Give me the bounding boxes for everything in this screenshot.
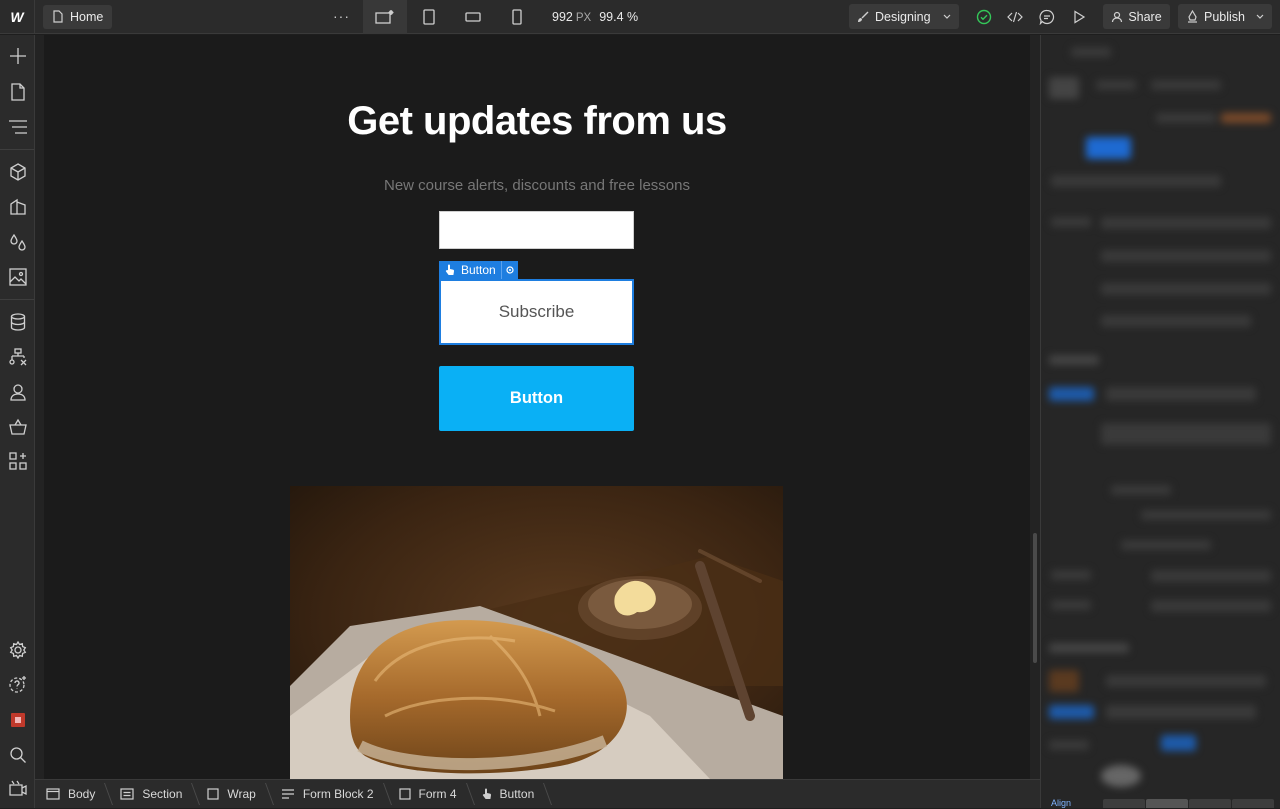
share-label: Share: [1128, 9, 1162, 24]
breadcrumb-item-section[interactable]: Section: [109, 780, 196, 809]
page-icon: [53, 10, 63, 23]
breadcrumb-label: Wrap: [227, 787, 256, 801]
pointer-hand-icon: [445, 264, 455, 275]
breadcrumb-item-button[interactable]: Button: [471, 780, 549, 809]
apps-icon[interactable]: [7, 450, 29, 472]
breadcrumb-item-wrap[interactable]: Wrap: [196, 780, 269, 809]
desktop-star-icon: [375, 10, 394, 24]
brush-icon: [858, 11, 869, 22]
breadcrumb-item-form[interactable]: Form 4: [388, 780, 471, 809]
rocket-icon: [1188, 10, 1197, 23]
breadcrumb-label: Form 4: [418, 787, 457, 801]
breadcrumb: Body Section Wrap Form Block 2 Form 4 Bu…: [35, 779, 1040, 808]
code-icon[interactable]: [1005, 7, 1025, 27]
page-selector-label: Home: [70, 9, 104, 24]
element-settings-gear-icon[interactable]: [500, 261, 518, 279]
toolbar-divider: [0, 299, 34, 300]
cms-database-icon[interactable]: [7, 311, 29, 333]
form-icon: [398, 788, 411, 800]
align-right-tab[interactable]: [1189, 799, 1231, 808]
canvas-right-margin: [1030, 35, 1040, 779]
breadcrumb-label: Body: [68, 787, 96, 801]
chevron-down-icon: [1256, 14, 1264, 19]
help-icon[interactable]: [7, 673, 29, 695]
align-left-tab[interactable]: [1103, 799, 1145, 808]
style-panel-blurred-content: [1041, 35, 1280, 808]
page-heading[interactable]: Get updates from us: [44, 99, 1030, 144]
assets-image-icon[interactable]: [7, 266, 29, 288]
left-toolbar: [0, 35, 35, 808]
desktop-breakpoint-button[interactable]: [363, 0, 407, 34]
selected-element-label: Button: [439, 263, 501, 277]
mobile-landscape-breakpoint-button[interactable]: [451, 0, 495, 34]
webflow-logo[interactable]: W: [0, 0, 35, 34]
variables-drops-icon[interactable]: [7, 231, 29, 253]
canvas-width-value: 992: [552, 10, 573, 24]
style-selectors-icon[interactable]: [7, 196, 29, 218]
pages-icon[interactable]: [7, 81, 29, 103]
navigator-icon[interactable]: [7, 116, 29, 138]
selected-element-name: Button: [461, 263, 496, 277]
user-icon: [1112, 11, 1123, 22]
breadcrumb-item-body[interactable]: Body: [35, 780, 109, 809]
breadcrumb-label: Button: [499, 787, 535, 801]
users-icon[interactable]: [7, 381, 29, 403]
canvas-width-unit: PX: [575, 12, 592, 24]
canvas-left-margin: [35, 35, 44, 779]
email-field[interactable]: [439, 211, 634, 249]
bread-photo-illustration: [290, 486, 783, 779]
design-canvas[interactable]: Get updates from us New course alerts, d…: [44, 35, 1030, 779]
preview-play-icon[interactable]: [1069, 7, 1089, 27]
cta-button[interactable]: Button: [439, 366, 634, 431]
section-icon: [120, 788, 134, 800]
tablet-icon: [423, 9, 435, 25]
canvas-scrollbar[interactable]: [1033, 533, 1037, 663]
page-selector-button[interactable]: Home: [43, 4, 113, 29]
publish-button[interactable]: Publish: [1178, 4, 1272, 29]
subscribe-button[interactable]: Subscribe: [439, 279, 634, 345]
pointer-hand-icon: [482, 788, 491, 799]
mode-dropdown-button[interactable]: Designing: [849, 4, 959, 29]
top-bar: W Home ··· 992PX 99.4 % Designing Share: [0, 0, 1280, 34]
align-center-tab[interactable]: [1146, 799, 1188, 808]
publish-label: Publish: [1204, 9, 1245, 24]
div-block-icon: [207, 788, 219, 800]
breadcrumb-item-form-block[interactable]: Form Block 2: [270, 780, 388, 809]
bread-photo[interactable]: [290, 486, 783, 779]
video-tutorials-icon[interactable]: [7, 778, 29, 800]
mobile-landscape-icon: [465, 12, 481, 22]
search-icon[interactable]: [7, 744, 29, 766]
more-options-icon[interactable]: ···: [333, 8, 350, 24]
logic-flow-icon[interactable]: [7, 346, 29, 368]
add-elements-icon[interactable]: [7, 45, 29, 67]
mode-label: Designing: [875, 9, 931, 24]
breadcrumb-label: Form Block 2: [302, 787, 374, 801]
selected-element-tag[interactable]: Button: [439, 261, 518, 279]
record-stop-icon[interactable]: [7, 709, 29, 731]
page-subheading[interactable]: New course alerts, discounts and free le…: [44, 177, 1030, 194]
canvas-zoom-value: 99.4 %: [599, 10, 639, 24]
align-justify-tab[interactable]: [1232, 799, 1274, 808]
mobile-portrait-icon: [512, 9, 522, 25]
body-icon: [46, 788, 60, 800]
components-icon[interactable]: [7, 161, 29, 183]
comment-icon[interactable]: [1037, 7, 1057, 27]
audit-check-icon[interactable]: [974, 7, 994, 27]
mobile-portrait-breakpoint-button[interactable]: [495, 0, 539, 34]
chevron-down-icon: [943, 14, 951, 19]
form-block-icon: [281, 789, 294, 799]
alignment-tabs: Align: [1041, 794, 1280, 808]
settings-gear-icon[interactable]: [7, 639, 29, 661]
canvas-size-readout: 992 PX 99.4 %: [552, 10, 638, 24]
breadcrumb-label: Section: [142, 787, 183, 801]
style-panel: Align: [1040, 35, 1280, 808]
share-button[interactable]: Share: [1103, 4, 1170, 29]
tablet-breakpoint-button[interactable]: [407, 0, 451, 34]
alignment-label: Align: [1051, 798, 1072, 808]
toolbar-divider: [0, 149, 34, 150]
ecommerce-basket-icon[interactable]: [7, 416, 29, 438]
